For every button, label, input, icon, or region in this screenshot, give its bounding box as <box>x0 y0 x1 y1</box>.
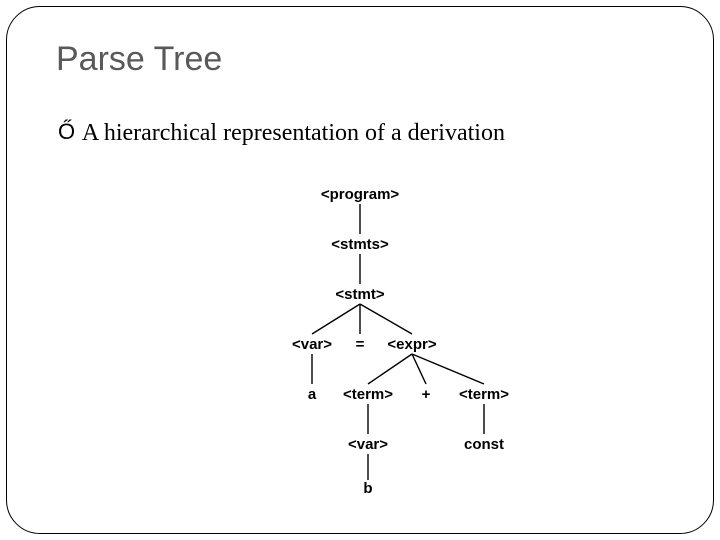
node-term2: <term> <box>459 386 509 403</box>
node-expr: <expr> <box>387 336 436 353</box>
node-const: const <box>464 436 504 453</box>
node-a: a <box>308 386 316 403</box>
node-eq: = <box>356 336 365 353</box>
parse-tree: <program> <stmts> <stmt> <var> = <expr> … <box>0 180 720 510</box>
node-var: <var> <box>292 336 332 353</box>
node-term1: <term> <box>343 386 393 403</box>
node-program: <program> <box>321 186 399 203</box>
node-var2: <var> <box>348 436 388 453</box>
slide-title: Parse Tree <box>56 40 222 79</box>
bullet-text: A hierarchical representation of a deriv… <box>82 120 505 146</box>
bullet-icon: Ő <box>58 119 75 145</box>
node-plus: + <box>422 386 431 403</box>
node-stmts: <stmts> <box>331 236 389 253</box>
node-b: b <box>363 480 372 497</box>
bullet-row: Ő A hierarchical representation of a der… <box>58 120 505 147</box>
node-stmt: <stmt> <box>335 286 384 303</box>
